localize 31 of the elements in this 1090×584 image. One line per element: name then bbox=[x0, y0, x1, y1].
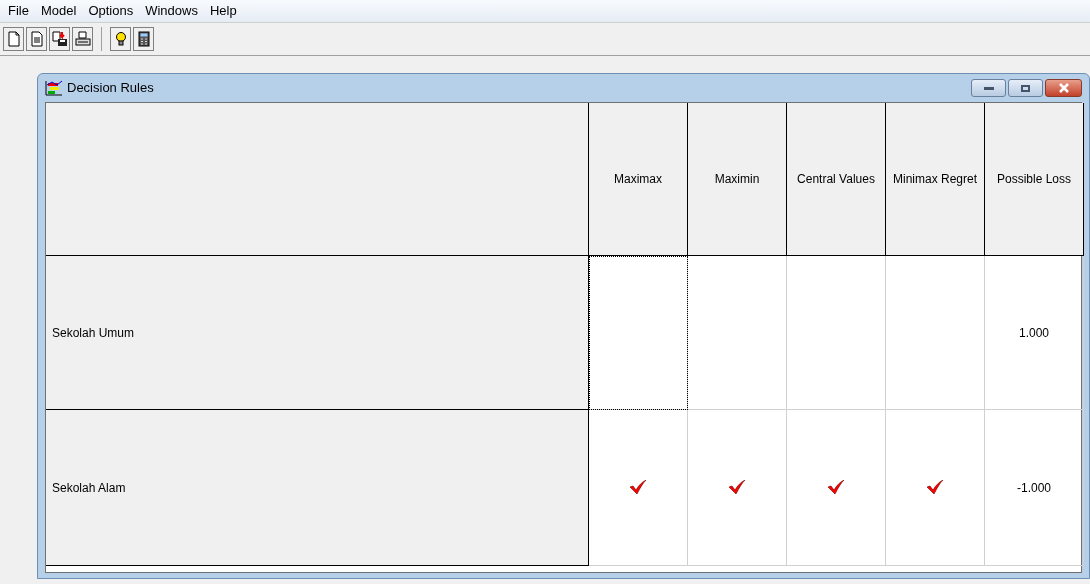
row-header: Sekolah Alam bbox=[52, 479, 126, 497]
column-header: Minimax Regret bbox=[893, 171, 977, 188]
print-button[interactable] bbox=[72, 27, 93, 51]
row-header: Sekolah Umum bbox=[52, 324, 135, 342]
table-cell: -1.000 bbox=[985, 410, 1084, 566]
open-file-button[interactable] bbox=[26, 27, 47, 51]
chart-icon bbox=[45, 80, 63, 96]
column-header: Central Values bbox=[797, 171, 875, 188]
checkmark-icon bbox=[728, 480, 746, 495]
window-title: Decision Rules bbox=[67, 79, 154, 98]
menu-item[interactable]: Options bbox=[82, 1, 140, 21]
menu-item[interactable]: Windows bbox=[139, 1, 204, 21]
column-header: Maximax bbox=[614, 171, 662, 188]
checkmark-icon bbox=[629, 480, 647, 495]
close-icon bbox=[1057, 83, 1070, 93]
save-file-button[interactable] bbox=[49, 27, 70, 51]
menu-item[interactable]: File bbox=[2, 1, 35, 21]
calculator-button[interactable] bbox=[133, 27, 154, 51]
close-button[interactable] bbox=[1045, 79, 1082, 97]
checkmark-icon bbox=[926, 480, 944, 495]
lightbulb-button[interactable] bbox=[110, 27, 131, 51]
column-header: Maximin bbox=[714, 171, 760, 188]
checkmark-icon bbox=[827, 480, 845, 495]
menu-item[interactable]: Model bbox=[34, 1, 83, 21]
table-cell: 1.000 bbox=[985, 256, 1084, 410]
maximize-button[interactable] bbox=[1008, 79, 1043, 97]
minimize-button[interactable] bbox=[971, 79, 1006, 97]
column-header: Possible Loss bbox=[996, 171, 1071, 188]
new-file-button[interactable] bbox=[3, 27, 24, 51]
lightbulb-icon bbox=[113, 31, 128, 47]
menu-item[interactable]: Help bbox=[203, 1, 243, 21]
